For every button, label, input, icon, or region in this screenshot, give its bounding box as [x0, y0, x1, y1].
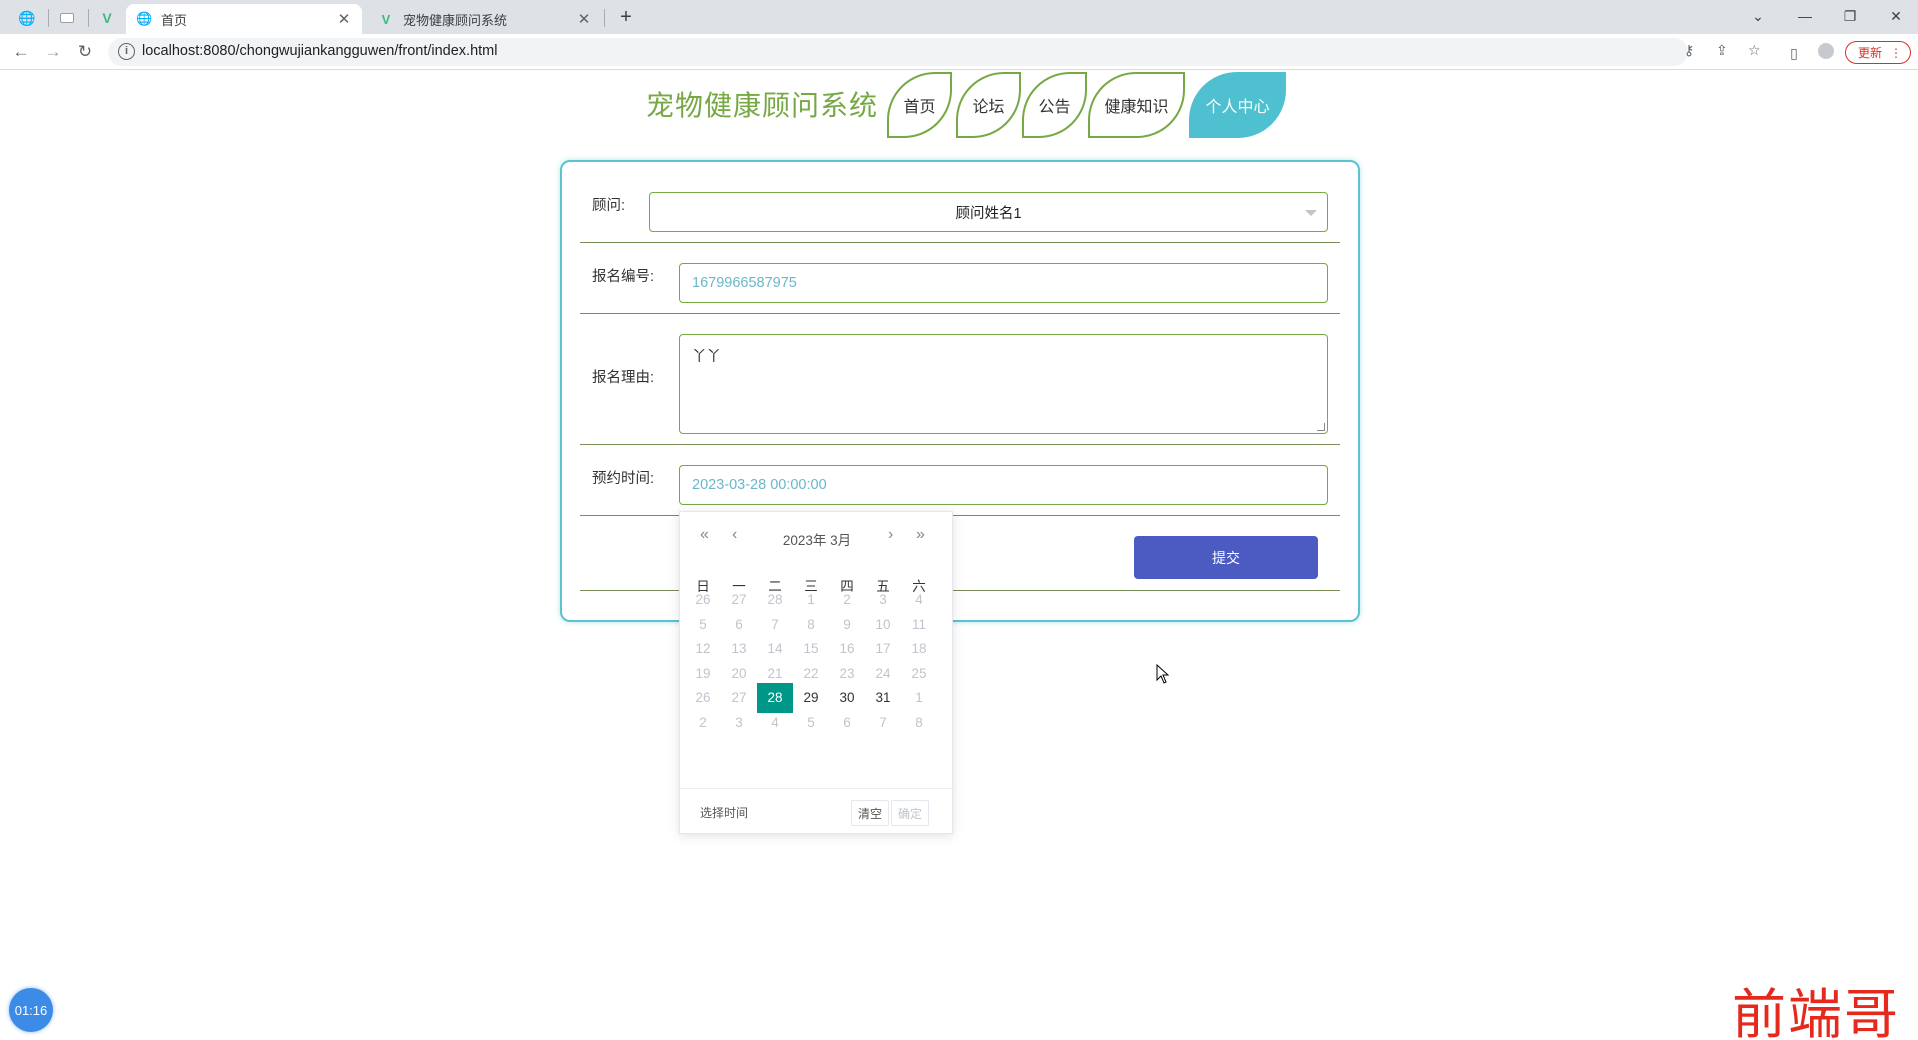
tab-pet-system[interactable]: V 宠物健康顾问系统 ✕ — [368, 4, 602, 34]
next-month-icon[interactable]: › — [888, 526, 893, 544]
nav-item-health-knowledge[interactable]: 健康知识 — [1088, 72, 1185, 138]
clear-label: 清空 — [857, 806, 882, 821]
globe-icon: 🌐 — [18, 9, 36, 26]
tab-home[interactable]: 🌐 首页 ✕ — [126, 4, 362, 34]
reason-value: 丫丫 — [692, 349, 721, 365]
share-icon[interactable]: ⇪ — [1716, 42, 1728, 59]
submit-label: 提交 — [1212, 549, 1240, 566]
registration-number-input[interactable]: 1679966587975 — [679, 263, 1328, 303]
window-close-button[interactable]: ✕ — [1876, 3, 1916, 29]
resize-handle-icon[interactable] — [1317, 423, 1325, 431]
calendar-day[interactable]: 7 — [865, 708, 901, 738]
pinned-tab-globe[interactable]: 🌐 — [12, 5, 42, 31]
tab-separator — [88, 9, 89, 27]
calendar-day[interactable]: 3 — [721, 708, 757, 738]
site-title: 宠物健康顾问系统 — [646, 90, 879, 121]
url-text[interactable]: localhost:8080/chongwujiankangguwen/fron… — [142, 43, 497, 59]
time-label: 预约时间: — [592, 471, 655, 487]
vue-logo-icon: V — [102, 10, 112, 26]
chevron-down-icon — [1305, 210, 1317, 216]
calendar-day[interactable]: 8 — [901, 708, 937, 738]
mouse-cursor-icon — [1156, 664, 1170, 684]
new-tab-button[interactable]: + — [612, 5, 640, 31]
select-time-button[interactable]: 选择时间 — [700, 804, 748, 821]
nav-item-home[interactable]: 首页 — [887, 72, 952, 138]
nav-label: 首页 — [903, 99, 936, 116]
more-vert-icon: ⋮ — [1890, 45, 1902, 60]
star-icon[interactable]: ☆ — [1748, 42, 1761, 59]
registration-number-value: 1679966587975 — [692, 275, 797, 291]
tab-search-chevron-icon[interactable]: ⌄ — [1738, 3, 1778, 29]
appointment-time-value: 2023-03-28 00:00:00 — [692, 477, 827, 493]
tab-separator — [604, 9, 605, 27]
watermark: 前端哥 — [1732, 983, 1900, 1040]
confirm-button[interactable]: 确定 — [891, 800, 929, 826]
calendar-day[interactable]: 4 — [757, 708, 793, 738]
next-year-icon[interactable]: » — [916, 526, 925, 544]
nav-label: 公告 — [1038, 99, 1071, 116]
tab-label: 首页 — [161, 12, 188, 28]
profile-avatar-icon[interactable] — [1816, 43, 1836, 63]
row-divider — [580, 313, 1340, 314]
nav-label: 个人中心 — [1205, 99, 1270, 116]
reason-label: 报名理由: — [592, 370, 655, 386]
forward-arrow-icon[interactable]: → — [40, 39, 66, 65]
nav-item-personal-center[interactable]: 个人中心 — [1189, 72, 1286, 138]
close-icon[interactable]: ✕ — [336, 10, 352, 28]
timer-text: 01:16 — [14, 1002, 48, 1018]
date-picker-popup: « ‹ 2023年 3月 › » 日一二三四五六 26 27 28 1 2 3 4 5 6 7 8 9… — [679, 511, 954, 834]
advisor-label: 顾问: — [592, 198, 626, 214]
row-divider — [580, 242, 1340, 243]
browser-tab-bar: 🌐 V 🌐 首页 ✕ V 宠物健康顾问系统 ✕ + ⌄ — ❐ ✕ — [0, 0, 1918, 34]
pinned-tab-vue[interactable]: V — [92, 5, 122, 31]
advisor-selected-value: 顾问姓名1 — [955, 205, 1022, 222]
restore-button[interactable]: ❐ — [1830, 3, 1870, 29]
appointment-time-input[interactable]: 2023-03-28 00:00:00 — [679, 465, 1328, 505]
vue-logo-icon: V — [381, 11, 391, 27]
calendar-day[interactable]: 6 — [829, 708, 865, 738]
tab-separator — [48, 9, 49, 27]
blank-page-icon — [60, 13, 74, 23]
side-panel-icon[interactable]: ▯ — [1784, 43, 1804, 63]
nav-item-notice[interactable]: 公告 — [1022, 72, 1087, 138]
year-month-label[interactable]: 2023年 3月 — [680, 529, 954, 549]
picker-footer-divider — [680, 788, 954, 789]
nav-item-forum[interactable]: 论坛 — [956, 72, 1021, 138]
confirm-label: 确定 — [897, 806, 922, 821]
globe-icon: 🌐 — [136, 11, 153, 26]
info-icon[interactable]: i — [118, 43, 135, 60]
address-bar[interactable]: i localhost:8080/chongwujiankangguwen/fr… — [108, 38, 1761, 66]
update-label: 更新 — [1858, 46, 1883, 60]
submit-button[interactable]: 提交 — [1134, 536, 1318, 579]
tab-label: 宠物健康顾问系统 — [403, 12, 508, 28]
minimize-button[interactable]: — — [1785, 3, 1825, 29]
reload-icon[interactable]: ↻ — [72, 39, 98, 65]
back-arrow-icon[interactable]: ← — [8, 39, 34, 65]
calendar-day[interactable]: 2 — [685, 708, 721, 738]
nav-label: 论坛 — [972, 99, 1005, 116]
advisor-select[interactable]: 顾问姓名1 — [649, 192, 1328, 232]
calendar-day[interactable]: 5 — [793, 708, 829, 738]
pinned-tab-blank[interactable] — [52, 5, 82, 31]
key-icon[interactable]: ⚷ — [1684, 42, 1694, 59]
nav-label: 健康知识 — [1104, 99, 1169, 116]
close-icon[interactable]: ✕ — [576, 10, 592, 28]
clear-button[interactable]: 清空 — [851, 800, 889, 826]
update-button[interactable]: 更新 ⋮ — [1845, 41, 1911, 64]
number-label: 报名编号: — [592, 269, 655, 285]
browser-toolbar: ← → ↻ i localhost:8080/chongwujiankanggu… — [0, 34, 1918, 70]
recording-timer: 01:16 — [9, 988, 53, 1032]
row-divider — [580, 444, 1340, 445]
reason-textarea[interactable]: 丫丫 — [679, 334, 1328, 434]
